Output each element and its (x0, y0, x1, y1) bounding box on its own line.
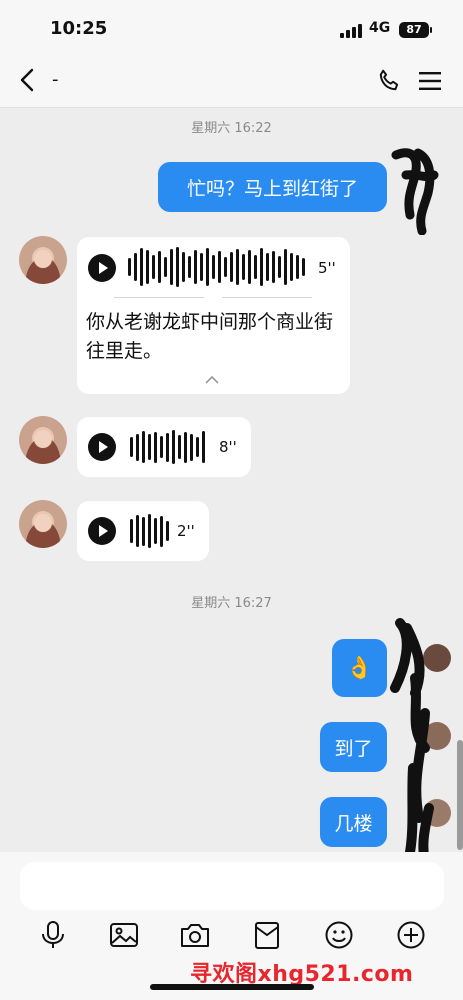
waveform-bar (290, 253, 293, 281)
timestamp: 星期六 16:27 (191, 596, 272, 611)
voice-duration: 8'' (219, 438, 237, 456)
waveform-bar (166, 433, 169, 462)
battery-indicator: 87 (399, 22, 429, 38)
waveform-bar (130, 519, 133, 543)
waveform-bar (142, 431, 145, 463)
waveform-bar (296, 255, 299, 279)
microphone-icon[interactable] (38, 920, 68, 950)
menu-icon[interactable] (419, 72, 441, 90)
image-icon[interactable] (109, 920, 139, 950)
waveform-bar (164, 257, 167, 277)
waveform-bar (218, 251, 221, 283)
voice-transcript: 你从老谢龙虾中间那个商业街往里走。 (86, 311, 334, 362)
waveform-bar (140, 248, 143, 286)
waveform-bar (160, 516, 163, 547)
waveform-bar (136, 515, 139, 547)
network-type: 4G (369, 20, 391, 36)
waveform-bar (206, 248, 209, 286)
play-icon[interactable] (88, 433, 116, 461)
play-icon[interactable] (88, 254, 116, 282)
outgoing-message[interactable]: 到了 (320, 722, 387, 772)
waveform-bar (202, 431, 205, 463)
waveform-bar (152, 255, 155, 279)
waveform-bar (154, 432, 157, 463)
divider (114, 297, 204, 298)
contact-avatar[interactable] (19, 236, 67, 284)
waveform-bar (278, 256, 281, 278)
waveform-bar (260, 248, 263, 286)
waveform-bar (190, 434, 193, 461)
voice-waveform (130, 514, 170, 548)
home-indicator[interactable] (150, 984, 314, 990)
play-icon[interactable] (88, 517, 116, 545)
contact-avatar[interactable] (19, 416, 67, 464)
waveform-bar (236, 249, 239, 285)
waveform-bar (158, 251, 161, 283)
waveform-bar (302, 258, 305, 276)
waveform-bar (148, 434, 151, 460)
battery-cap (430, 27, 432, 33)
waveform-bar (172, 430, 175, 464)
waveform-bar (272, 251, 275, 283)
waveform-bar (200, 253, 203, 281)
plus-icon[interactable] (396, 920, 426, 950)
waveform-bar (194, 250, 197, 284)
waveform-bar (224, 257, 227, 277)
waveform-bar (128, 258, 131, 276)
message-text: 到了 (334, 737, 373, 760)
emoji-icon[interactable] (324, 920, 354, 950)
ok-hand-emoji: 👌 (345, 655, 374, 681)
outgoing-message[interactable]: 忙吗？马上到红街了 (158, 162, 387, 212)
waveform-bar (230, 252, 233, 282)
waveform-bar (148, 514, 151, 548)
contact-avatar[interactable] (19, 500, 67, 548)
waveform-bar (178, 435, 181, 459)
redaction-scribble (390, 618, 451, 868)
waveform-bar (212, 255, 215, 279)
red-packet-icon[interactable] (252, 920, 282, 950)
divider (222, 297, 312, 298)
waveform-bar (146, 250, 149, 284)
contact-name[interactable]: - (52, 69, 59, 90)
outgoing-message[interactable]: 几楼 (320, 797, 387, 847)
waveform-bar (176, 247, 179, 287)
waveform-bar (166, 521, 169, 541)
waveform-bar (284, 249, 287, 285)
voice-waveform (128, 247, 308, 287)
voice-duration: 2'' (177, 522, 195, 540)
signal-icon (340, 24, 364, 38)
timestamp: 星期六 16:22 (191, 121, 272, 136)
outgoing-message[interactable]: 👌 (332, 639, 387, 697)
redaction-scribble (391, 148, 439, 235)
back-arrow-icon[interactable] (16, 68, 40, 92)
voice-duration: 5'' (318, 259, 336, 277)
scroll-indicator[interactable] (457, 740, 463, 850)
phone-icon[interactable] (376, 68, 402, 94)
waveform-bar (248, 250, 251, 284)
message-text: 忙吗？马上到红街了 (186, 177, 358, 200)
top-bar: 10:25 4G 87 - (0, 0, 463, 108)
status-time: 10:25 (50, 18, 108, 39)
waveform-bar (196, 437, 199, 457)
camera-icon[interactable] (180, 920, 210, 950)
waveform-bar (184, 432, 187, 463)
waveform-bar (182, 252, 185, 282)
waveform-bar (242, 254, 245, 280)
waveform-bar (134, 253, 137, 281)
waveform-bar (170, 249, 173, 285)
message-input[interactable] (20, 862, 444, 910)
waveform-bar (254, 255, 257, 279)
waveform-bar (188, 256, 191, 278)
waveform-bar (142, 517, 145, 546)
waveform-bar (154, 518, 157, 544)
collapse-chevron-icon[interactable] (205, 376, 219, 384)
waveform-bar (160, 436, 163, 458)
composer-area: 寻欢阁xhg521.com (0, 852, 463, 1000)
waveform-bar (136, 434, 139, 461)
message-text: 几楼 (334, 812, 373, 835)
voice-waveform (130, 430, 210, 464)
waveform-bar (266, 253, 269, 281)
waveform-bar (130, 437, 133, 457)
